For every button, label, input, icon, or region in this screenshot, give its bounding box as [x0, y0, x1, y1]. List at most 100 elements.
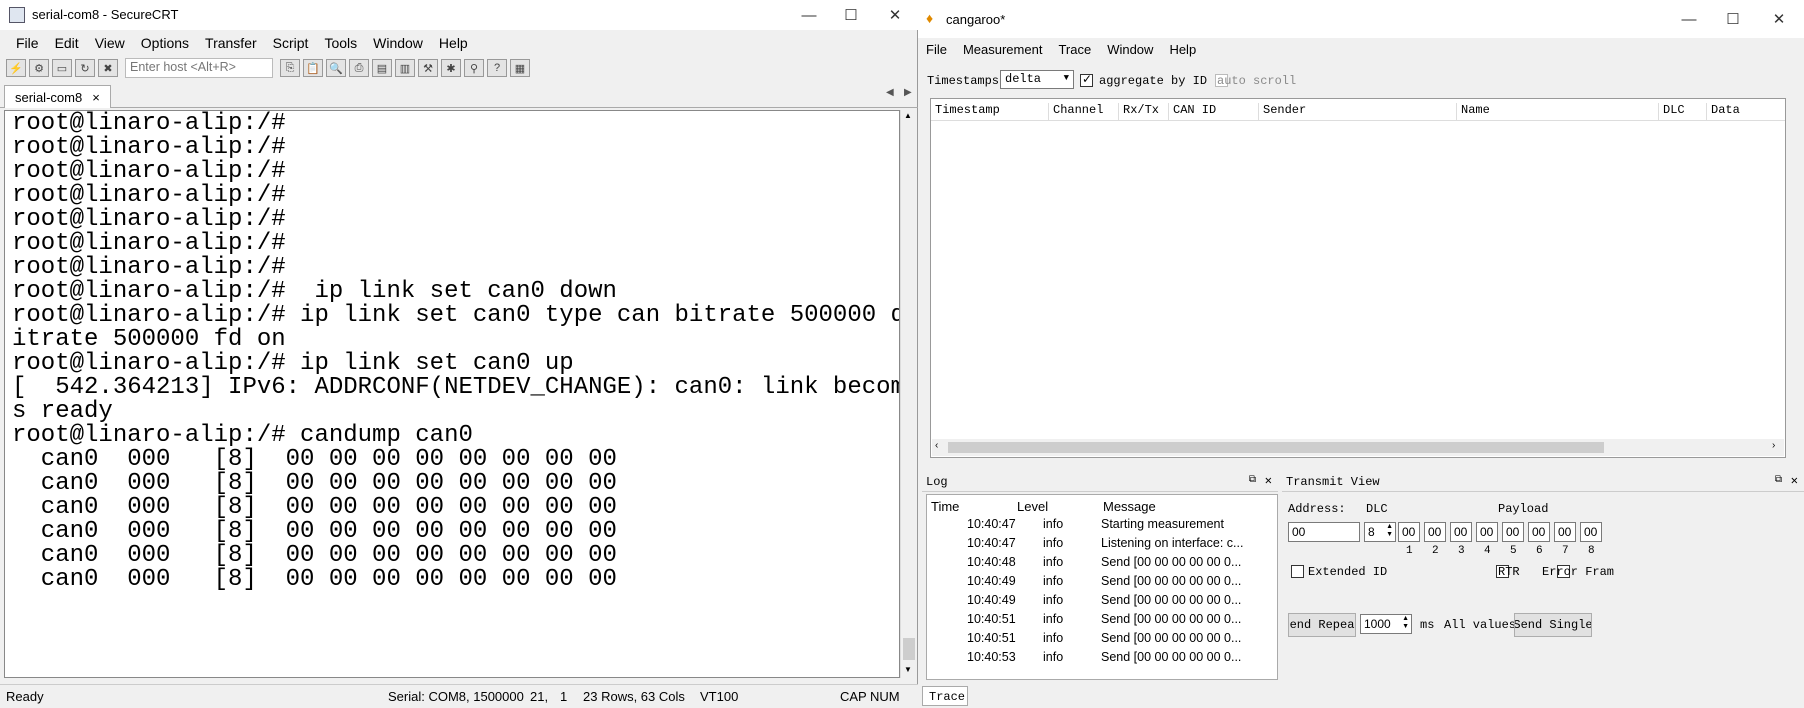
close-icon[interactable]: ✕ [872, 0, 918, 30]
col-channel[interactable]: Channel [1049, 103, 1119, 121]
session-options-icon[interactable]: ⚒ [418, 59, 438, 77]
terminal-scrollbar[interactable]: ▲ ▼ [900, 110, 916, 678]
find-icon[interactable]: 🔍 [326, 59, 346, 77]
trace-table[interactable]: Timestamp Channel Rx/Tx CAN ID Sender Na… [930, 98, 1786, 458]
maximize-icon[interactable]: ☐ [1710, 4, 1756, 34]
scroll-down-icon[interactable]: ▼ [904, 665, 912, 674]
log-col-message[interactable]: Message [1103, 499, 1156, 514]
scrollbar-thumb[interactable] [948, 442, 1604, 453]
menu-options[interactable]: Options [133, 35, 197, 51]
menu-transfer[interactable]: Transfer [197, 35, 265, 51]
payload-byte-input[interactable]: 00 [1580, 522, 1602, 542]
log-row[interactable]: 10:40:51 info Send [00 00 00 00 00 0... [927, 629, 1277, 648]
close-panel-icon[interactable]: ✕ [1265, 473, 1272, 488]
tab-trace[interactable]: Trace [922, 686, 968, 706]
col-sender[interactable]: Sender [1259, 103, 1457, 121]
interval-spinbox[interactable]: 1000 ▲ ▼ [1360, 614, 1412, 634]
log-col-time[interactable]: Time [931, 499, 959, 514]
minimize-icon[interactable]: — [1666, 4, 1712, 34]
log-col-level[interactable]: Level [1017, 499, 1048, 514]
scrollbar-thumb[interactable] [903, 638, 915, 660]
menu-help[interactable]: Help [431, 35, 476, 51]
menu-help[interactable]: Help [1161, 42, 1204, 57]
maximize-icon[interactable]: ☐ [828, 0, 874, 30]
tab-scroll-left-icon[interactable]: ◀ [886, 87, 894, 98]
log-panel-header: Log ⧉ ✕ [922, 472, 1278, 492]
log-row[interactable]: 10:40:53 info Send [00 00 00 00 00 0... [927, 648, 1277, 667]
payload-byte-input[interactable]: 00 [1398, 522, 1420, 542]
connect-tab-icon[interactable]: ▭ [52, 59, 72, 77]
spin-arrows-icon[interactable]: ▲ ▼ [1386, 523, 1393, 539]
payload-byte-input[interactable]: 00 [1528, 522, 1550, 542]
connect-icon[interactable]: ⚡ [6, 59, 26, 77]
col-rxtx[interactable]: Rx/Tx [1119, 103, 1169, 121]
copy-icon[interactable]: ⎘ [280, 59, 300, 77]
dlc-spinbox[interactable]: 8 ▲ ▼ [1364, 522, 1396, 542]
col-dlc[interactable]: DLC [1659, 103, 1707, 121]
send-single-button[interactable]: Send Single [1514, 613, 1592, 637]
spin-arrows-icon[interactable]: ▲ ▼ [1402, 615, 1409, 631]
terminal[interactable]: root@linaro-alip:/# root@linaro-alip:/# ro… [4, 110, 900, 678]
menu-file[interactable]: File [918, 42, 955, 57]
col-name[interactable]: Name [1457, 103, 1659, 121]
payload-byte-input[interactable]: 00 [1476, 522, 1498, 542]
menu-tools[interactable]: Tools [316, 35, 365, 51]
menu-measurement[interactable]: Measurement [955, 42, 1050, 57]
send-repeat-button[interactable]: Send Repeat [1288, 613, 1356, 637]
log-row[interactable]: 10:40:49 info Send [00 00 00 00 00 0... [927, 572, 1277, 591]
log-time: 10:40:53 [967, 650, 1016, 664]
aggregate-checkbox[interactable] [1080, 72, 1093, 88]
payload-byte-input[interactable]: 00 [1502, 522, 1524, 542]
menu-window[interactable]: Window [1099, 42, 1161, 57]
paste-icon[interactable]: 📋 [303, 59, 323, 77]
print-setup-icon[interactable]: ▤ [372, 59, 392, 77]
menu-window[interactable]: Window [365, 35, 431, 51]
scroll-up-icon[interactable]: ▲ [904, 111, 912, 120]
tab-close-icon[interactable]: × [92, 90, 100, 105]
timestamps-select[interactable]: delta ▼ [1000, 70, 1074, 89]
close-icon[interactable]: ✕ [1756, 4, 1802, 34]
payload-byte-input[interactable]: 00 [1450, 522, 1472, 542]
global-options-icon[interactable]: ✱ [441, 59, 461, 77]
menu-file[interactable]: File [8, 35, 47, 51]
tab-serial-com8[interactable]: serial-com8 × [4, 85, 111, 108]
status-ready: Ready [6, 689, 44, 704]
menu-trace[interactable]: Trace [1050, 42, 1099, 57]
sftp-icon[interactable]: ▦ [510, 59, 530, 77]
help-icon[interactable]: ? [487, 59, 507, 77]
trace-hscrollbar[interactable]: ‹ › [932, 439, 1784, 456]
scroll-left-icon[interactable]: ‹ [935, 440, 938, 451]
print-icon[interactable]: ⎙ [349, 59, 369, 77]
close-panel-icon[interactable]: ✕ [1791, 473, 1798, 488]
menu-edit[interactable]: Edit [47, 35, 87, 51]
float-panel-icon[interactable]: ⧉ [1249, 474, 1256, 486]
extended-id-checkbox[interactable] [1291, 565, 1304, 579]
payload-byte-input[interactable]: 00 [1554, 522, 1576, 542]
payload-index-label: 3 [1458, 545, 1465, 557]
col-can-id[interactable]: CAN ID [1169, 103, 1259, 121]
log-row[interactable]: 10:40:47 info Starting measurement [927, 515, 1277, 534]
float-panel-icon[interactable]: ⧉ [1775, 474, 1782, 486]
log-list[interactable]: Time Level Message 10:40:47 info Starting … [926, 494, 1278, 680]
quick-connect-icon[interactable]: ⚙ [29, 59, 49, 77]
tab-scroll-right-icon[interactable]: ▶ [904, 87, 912, 98]
minimize-icon[interactable]: — [786, 0, 832, 30]
menu-script[interactable]: Script [265, 35, 317, 51]
print-selection-icon[interactable]: ▥ [395, 59, 415, 77]
terminal-line: root@linaro-alip:/# ip link set can0 dow… [12, 278, 617, 305]
scroll-right-icon[interactable]: › [1772, 440, 1775, 451]
menu-view[interactable]: View [87, 35, 133, 51]
address-input[interactable]: 00 [1288, 522, 1360, 542]
disconnect-icon[interactable]: ✖ [98, 59, 118, 77]
keymap-icon[interactable]: ⚲ [464, 59, 484, 77]
host-input[interactable]: Enter host <Alt+R> [125, 58, 273, 78]
log-row[interactable]: 10:40:47 info Listening on interface: c... [927, 534, 1277, 553]
col-timestamp[interactable]: Timestamp [931, 103, 1049, 121]
payload-byte-input[interactable]: 00 [1424, 522, 1446, 542]
log-row[interactable]: 10:40:49 info Send [00 00 00 00 00 0... [927, 591, 1277, 610]
col-data[interactable]: Data [1707, 103, 1785, 121]
log-row[interactable]: 10:40:51 info Send [00 00 00 00 00 0... [927, 610, 1277, 629]
reconnect-icon[interactable]: ↻ [75, 59, 95, 77]
log-row[interactable]: 10:40:48 info Send [00 00 00 00 00 0... [927, 553, 1277, 572]
status-serial: Serial: COM8, 1500000 [388, 689, 524, 704]
